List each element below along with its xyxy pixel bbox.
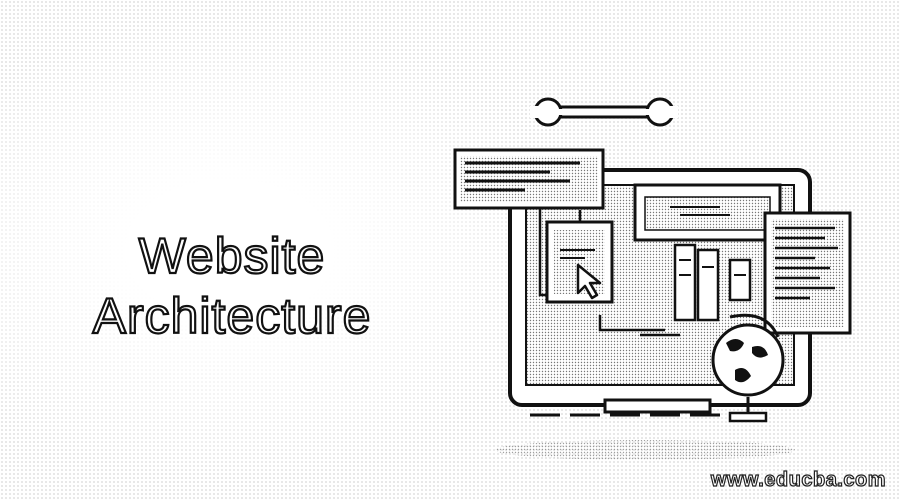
code-window-icon xyxy=(453,148,605,210)
code-window-right xyxy=(763,211,852,335)
title-line-2: Architecture xyxy=(92,286,372,344)
watermark: www.educba.com xyxy=(710,468,886,491)
title-line-1: Website xyxy=(138,226,326,284)
page-title: Website Architecture xyxy=(22,226,442,346)
inner-window xyxy=(633,183,782,242)
wrench-icon xyxy=(530,97,678,127)
website-illustration xyxy=(453,97,852,460)
